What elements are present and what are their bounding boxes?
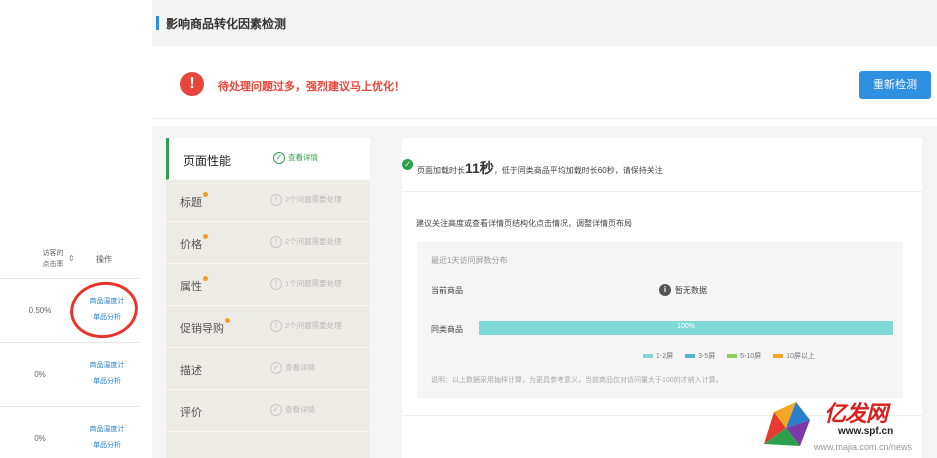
- menu-item-price[interactable]: 价格 ! 2个问题需要处理: [166, 222, 370, 264]
- watermark-brand: 亿发网: [824, 401, 888, 427]
- divider: [152, 118, 937, 119]
- menu-item-promotion[interactable]: 促销导购 ! 2个问题需要处理: [166, 306, 370, 348]
- check-icon: ✓: [270, 404, 282, 417]
- warning-icon: !: [180, 72, 204, 96]
- exclamation-icon: !: [270, 194, 282, 207]
- check-icon: ✓: [273, 152, 285, 165]
- menu-item-label: 描述: [180, 365, 202, 377]
- section-header: 影响商品转化因素检测: [152, 0, 937, 46]
- legend-item: 10屏以上: [773, 351, 815, 361]
- exclamation-icon: !: [270, 278, 282, 291]
- alert-message: 待处理问题过多，强烈建议马上优化！: [218, 81, 405, 93]
- menu-item-description[interactable]: 描述 ✓ 查看详情: [166, 348, 370, 390]
- click-rate: 0%: [34, 434, 46, 443]
- menu-item-attributes[interactable]: 属性 ! 1个问题需要处理: [166, 264, 370, 306]
- menu-item-label: 评价: [180, 407, 202, 419]
- menu-item-label: 页面性能: [183, 154, 232, 168]
- watermark-url-secondary: www.majia.com.cn/news: [814, 442, 913, 452]
- menu-item-reviews[interactable]: 评价 ✓ 查看详情: [166, 390, 370, 432]
- menu-item-title[interactable]: 标题 ! 2个问题需要处理: [166, 180, 370, 222]
- distribution-title: 最近1天访问屏数分布: [431, 256, 508, 265]
- note-text: 说明：以上数据采用抽样计算，为更具参考意义，当前商品仅对访问量大于100的才纳入…: [431, 377, 723, 384]
- exclamation-icon: !: [270, 320, 282, 333]
- check-circle-icon: ✓: [402, 159, 413, 170]
- table-header: 访客的 点击率 ⇕ 操作: [0, 244, 140, 276]
- menu-item-status[interactable]: ! 2个问题需要处理: [270, 320, 342, 333]
- menu-item-label: 促销导购: [180, 318, 230, 336]
- click-rate: 0.50%: [28, 306, 52, 315]
- bar-percent-label: 100%: [677, 323, 695, 330]
- recheck-button[interactable]: 重新检测: [859, 71, 931, 99]
- page: 访客的 点击率 ⇕ 操作 0.50% 商品温度计 单品分析 0% 商品温度计 单…: [0, 0, 937, 458]
- menu-item-status[interactable]: ! 2个问题需要处理: [270, 194, 342, 207]
- menu-item-performance[interactable]: 页面性能 ✓ 查看详情: [166, 138, 370, 180]
- header-accent-bar: [156, 16, 159, 30]
- left-table: 访客的 点击率 ⇕ 操作 0.50% 商品温度计 单品分析 0% 商品温度计 单…: [0, 0, 142, 458]
- watermark-logo-icon: [764, 402, 810, 446]
- item-analysis-link[interactable]: 单品分析: [84, 376, 130, 386]
- divider: [0, 278, 140, 279]
- advice-text: 建议关注高度或查看详情页结构化点击情况，调整详情页布局: [416, 219, 632, 228]
- screen-distribution: 最近1天访问屏数分布 当前商品 i 暂无数据 同类商品 100% 1-2屏 3-…: [417, 242, 903, 398]
- check-icon: ✓: [270, 362, 282, 375]
- thermometer-link[interactable]: 商品温度计: [84, 360, 130, 370]
- page-title: 影响商品转化因素检测: [166, 17, 287, 31]
- watermark-url: www.spf.cn: [838, 426, 894, 437]
- thermometer-link[interactable]: 商品温度计: [84, 424, 130, 434]
- table-row: 0% 商品温度计 单品分析: [0, 344, 140, 406]
- load-time-summary: ✓ 页面加载时长11秒，低于同类商品平均加载时长60秒，请保持关注: [402, 138, 922, 192]
- col-op-header: 操作: [96, 255, 112, 264]
- watermark: 亿发网 www.spf.cn www.majia.com.cn/news: [760, 392, 937, 458]
- menu-item-status[interactable]: ✓ 查看详情: [270, 362, 315, 375]
- table-row: 0% 商品温度计 单品分析: [0, 408, 140, 458]
- legend-item: 1-2屏: [643, 351, 673, 361]
- alert-dot-icon: [203, 192, 208, 197]
- menu-item-label: 属性: [180, 276, 208, 294]
- exclamation-icon: !: [270, 236, 282, 249]
- menu-item-label: 标题: [180, 192, 208, 210]
- menu-item-status[interactable]: ✓ 查看详情: [270, 404, 315, 417]
- legend-item: 3-5屏: [685, 351, 715, 361]
- info-icon: i: [659, 284, 671, 296]
- divider: [0, 406, 140, 407]
- item-analysis-link[interactable]: 单品分析: [84, 440, 130, 450]
- current-item-label: 当前商品: [431, 286, 463, 295]
- alert-dot-icon: [203, 234, 208, 239]
- menu-item-status[interactable]: ✓ 查看详情: [273, 152, 318, 165]
- similar-items-label: 同类商品: [431, 325, 463, 334]
- load-time-text: 页面加载时长11秒，低于同类商品平均加载时长60秒，请保持关注: [417, 160, 663, 176]
- sort-icon[interactable]: ⇕: [68, 254, 75, 263]
- alert-dot-icon: [225, 318, 230, 323]
- divider: [0, 342, 140, 343]
- no-data-text: 暂无数据: [675, 286, 707, 295]
- load-time-value: 11秒: [465, 160, 494, 176]
- similar-items-bar: 100%: [479, 321, 893, 335]
- factor-menu: 页面性能 ✓ 查看详情 标题 ! 2个问题需要处理 价格 ! 2个问题需要处理 属性 …: [166, 138, 370, 458]
- legend-item: 5-10屏: [727, 351, 761, 361]
- menu-item-status[interactable]: ! 1个问题需要处理: [270, 278, 342, 291]
- menu-item-status[interactable]: ! 2个问题需要处理: [270, 236, 342, 249]
- alert-dot-icon: [203, 276, 208, 281]
- menu-item-label: 价格: [180, 234, 208, 252]
- legend: 1-2屏 3-5屏 5-10屏 10屏以上: [643, 351, 825, 361]
- click-rate: 0%: [34, 370, 46, 379]
